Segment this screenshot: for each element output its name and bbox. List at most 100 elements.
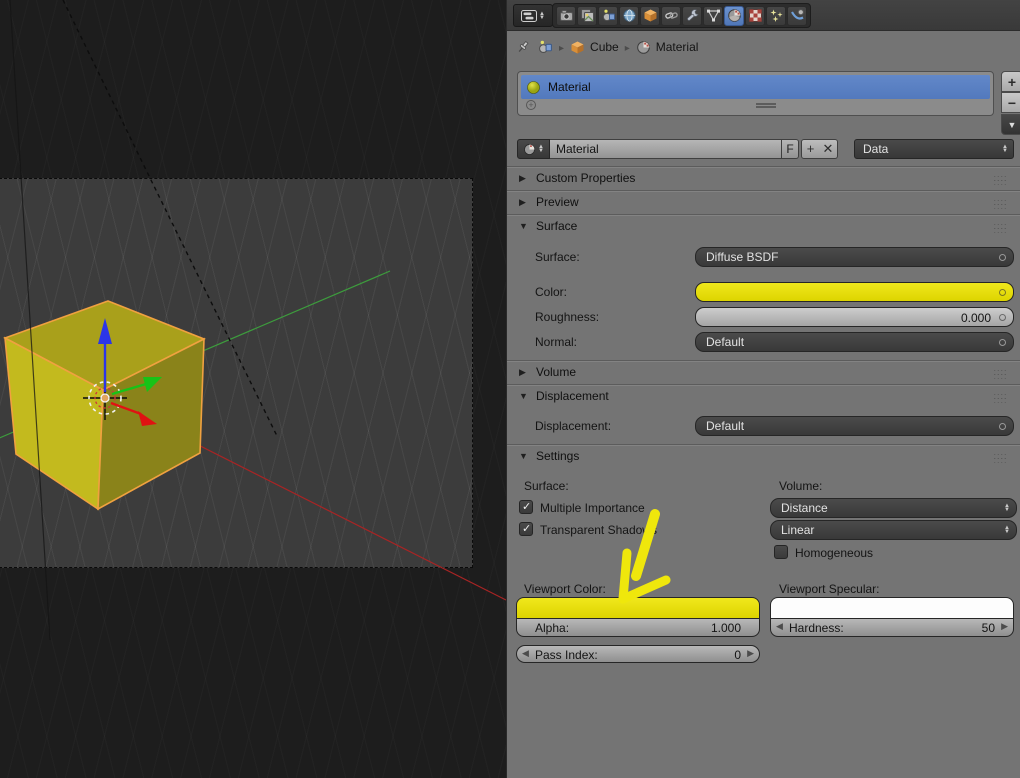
tab-constraints[interactable] (661, 6, 681, 26)
normal-row: Normal: Default (507, 332, 1020, 352)
section-label: Settings (536, 449, 579, 463)
volume-sampling-dropdown[interactable]: Distance ▲▼ (770, 498, 1017, 518)
add-slot-button[interactable]: + (1001, 71, 1020, 92)
material-datablock-row: ▲▼ F + ✕ Data ▲▼ (517, 139, 1014, 159)
particles-sparkles-icon (769, 8, 784, 23)
tab-physics[interactable] (787, 6, 807, 26)
viewport-specular-label: Viewport Specular: (779, 582, 880, 596)
object-cube-icon (643, 8, 658, 23)
volume-sampling-value: Distance (781, 501, 828, 515)
roughness-slider[interactable]: 0.000 (695, 307, 1014, 327)
tab-render-layers[interactable] (577, 6, 597, 26)
tab-texture[interactable] (745, 6, 765, 26)
breadcrumb-object[interactable]: Cube (570, 40, 619, 55)
unlink-material-button[interactable]: ✕ (819, 139, 838, 159)
section-preview[interactable]: Preview (507, 190, 1020, 213)
transparent-shadows-checkbox[interactable] (519, 522, 533, 536)
constraints-chain-icon (664, 8, 679, 23)
color-label: Color: (535, 285, 567, 299)
alpha-label: Alpha: (535, 621, 569, 635)
alpha-value: 1.000 (711, 621, 741, 635)
properties-tabs (552, 3, 811, 28)
link-source-dropdown[interactable]: Data ▲▼ (854, 139, 1014, 159)
node-socket-icon (999, 314, 1006, 321)
material-slot-selected[interactable]: Material (521, 75, 990, 99)
hardness-slider[interactable]: ◀ Hardness: 50 ▶ (770, 618, 1014, 637)
volume-interpolation-value: Linear (781, 523, 814, 537)
panel-grip-icon[interactable] (993, 394, 1011, 402)
collapse-triangle-icon (519, 221, 529, 231)
decrement-arrow-icon[interactable]: ◀ (522, 648, 529, 659)
expand-triangle-icon (519, 197, 529, 208)
fake-user-button[interactable]: F (782, 139, 799, 159)
section-settings[interactable]: Settings (507, 444, 1020, 467)
increment-arrow-icon[interactable]: ▶ (1001, 621, 1008, 632)
viewport-color-swatch[interactable] (516, 597, 760, 618)
panel-grip-icon[interactable] (993, 200, 1011, 208)
multiple-importance-label: Multiple Importance (540, 501, 645, 515)
render-layers-icon (580, 8, 595, 23)
material-name-field[interactable] (550, 139, 782, 159)
material-sphere-icon (636, 40, 651, 55)
alpha-slider[interactable]: Alpha: 1.000 (516, 618, 760, 637)
material-slot-list: Material + (517, 71, 994, 116)
surface-shader-dropdown[interactable]: Diffuse BSDF (695, 247, 1014, 267)
modifiers-wrench-icon (685, 8, 700, 23)
list-resize-grip[interactable] (756, 103, 776, 108)
section-label: Displacement (536, 389, 609, 403)
viewport-specular-swatch[interactable] (770, 597, 1014, 618)
pass-index-field[interactable]: ◀ Pass Index: 0 ▶ (516, 645, 760, 663)
panel-grip-icon[interactable] (993, 176, 1011, 184)
breadcrumb-separator (625, 40, 630, 54)
material-sphere-icon (727, 8, 742, 23)
section-volume[interactable]: Volume (507, 360, 1020, 383)
breadcrumb-material[interactable]: Material (636, 40, 699, 55)
breadcrumb-material-label: Material (656, 40, 699, 54)
viewport-scene (0, 0, 506, 778)
tab-modifiers[interactable] (682, 6, 702, 26)
homogeneous-checkbox[interactable] (774, 545, 788, 559)
section-label: Preview (536, 195, 579, 209)
normal-dropdown[interactable]: Default (695, 332, 1014, 352)
slot-list-footer: + (524, 100, 987, 112)
pass-index-value: 0 (734, 648, 741, 662)
scene-icon[interactable] (537, 39, 553, 55)
section-surface[interactable]: Surface (507, 214, 1020, 237)
viewport-color-label: Viewport Color: (524, 582, 606, 596)
decrement-arrow-icon[interactable]: ◀ (776, 621, 783, 632)
section-label: Custom Properties (536, 171, 635, 185)
roughness-row: Roughness: 0.000 (507, 307, 1020, 327)
tab-world[interactable] (619, 6, 639, 26)
editor-type-selector[interactable]: ▲▼ (513, 4, 553, 27)
remove-slot-button[interactable]: − (1001, 92, 1020, 113)
displacement-dropdown[interactable]: Default (695, 416, 1014, 436)
section-displacement[interactable]: Displacement (507, 384, 1020, 407)
volume-interpolation-dropdown[interactable]: Linear ▲▼ (770, 520, 1017, 540)
panel-grip-icon[interactable] (993, 370, 1011, 378)
tab-scene[interactable] (598, 6, 618, 26)
tab-particles[interactable] (766, 6, 786, 26)
section-custom-properties[interactable]: Custom Properties (507, 166, 1020, 189)
3d-viewport[interactable] (0, 0, 506, 778)
tab-object-data[interactable] (703, 6, 723, 26)
pin-icon[interactable] (515, 39, 531, 55)
hardness-value: 50 (982, 621, 995, 635)
diffuse-color-swatch[interactable] (695, 282, 1014, 302)
tab-render[interactable] (556, 6, 576, 26)
slot-specials-button[interactable]: ▼ (1001, 114, 1020, 135)
pass-index-label: Pass Index: (535, 648, 598, 662)
filter-icon[interactable]: + (526, 100, 536, 110)
material-slot-label: Material (548, 80, 591, 94)
render-camera-icon (559, 8, 574, 23)
panel-grip-icon[interactable] (993, 454, 1011, 462)
multiple-importance-checkbox[interactable] (519, 500, 533, 514)
new-material-button[interactable]: + (801, 139, 820, 159)
tab-material[interactable] (724, 6, 744, 26)
surface-shader-row: Surface: Diffuse BSDF (507, 247, 1020, 267)
increment-arrow-icon[interactable]: ▶ (747, 648, 754, 659)
browse-material-button[interactable]: ▲▼ (517, 139, 550, 159)
panel-grip-icon[interactable] (993, 224, 1011, 232)
hardness-label: Hardness: (789, 621, 844, 635)
color-row: Color: (507, 282, 1020, 302)
tab-object[interactable] (640, 6, 660, 26)
